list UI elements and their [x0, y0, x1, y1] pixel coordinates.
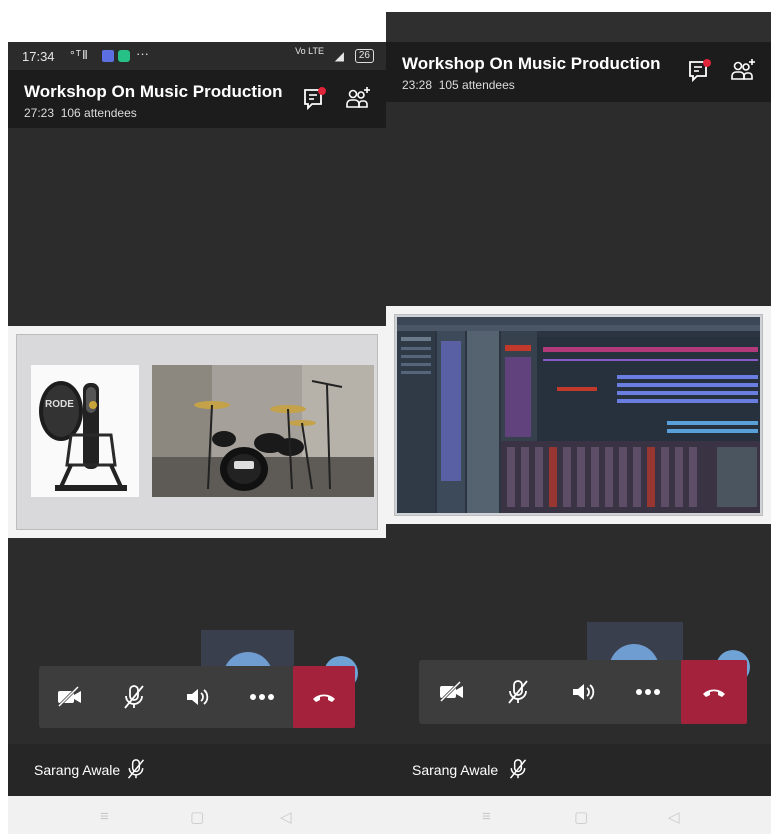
- shared-screen: [386, 306, 771, 524]
- camera-off-icon: [57, 686, 81, 708]
- right-screenshot: Workshop On Music Production 23:28 105 a…: [386, 0, 771, 834]
- svg-text:RODE: RODE: [45, 399, 74, 410]
- call-controls: [419, 660, 747, 724]
- more-icon: [250, 694, 274, 700]
- back-icon[interactable]: ◁: [280, 808, 292, 826]
- shared-slide: RODE: [16, 334, 378, 530]
- call-duration: 27:23: [24, 106, 55, 120]
- more-options-button[interactable]: [231, 666, 293, 728]
- chat-icon[interactable]: [687, 58, 713, 84]
- hang-up-button[interactable]: [293, 666, 355, 728]
- add-people-icon[interactable]: [344, 85, 372, 113]
- mute-button[interactable]: [103, 666, 165, 728]
- wifi-icon: ◢: [334, 49, 344, 63]
- hang-up-button[interactable]: [681, 660, 747, 724]
- signal-icon: °ᵀⅡ: [70, 48, 89, 62]
- attendee-count: 105 attendees: [438, 78, 515, 92]
- shared-daw-screen: [394, 314, 763, 516]
- mute-button[interactable]: [487, 660, 549, 724]
- drum-kit-image: [152, 365, 374, 497]
- menu-icon[interactable]: ≡: [482, 808, 491, 825]
- meeting-title: Workshop On Music Production: [402, 54, 661, 73]
- left-screenshot: 17:34 °ᵀⅡ ··· Vo LTE ◢ 26 Workshop On Mu…: [8, 0, 386, 834]
- shared-screen: RODE: [8, 326, 386, 538]
- call-controls: [39, 666, 355, 728]
- speaker-icon: [573, 684, 595, 700]
- android-nav-bar: ≡ ▢ ◁: [386, 796, 771, 834]
- meeting-header: Workshop On Music Production 27:23 106 a…: [8, 70, 386, 128]
- back-icon[interactable]: ◁: [668, 808, 680, 826]
- participant-name: Sarang Awale: [412, 762, 499, 778]
- meeting-subtitle: 23:28 105 attendees: [402, 78, 515, 92]
- notification-app-icon: [118, 50, 130, 62]
- participant-name-bar: Sarang Awale: [386, 744, 771, 796]
- menu-icon[interactable]: ≡: [100, 808, 109, 825]
- home-icon[interactable]: ▢: [574, 808, 588, 826]
- call-duration: 23:28: [402, 78, 433, 92]
- home-icon[interactable]: ▢: [190, 808, 204, 826]
- meeting-header: Workshop On Music Production 23:28 105 a…: [386, 42, 771, 102]
- daw-software-image: [397, 317, 760, 513]
- more-options-button[interactable]: [617, 660, 679, 724]
- status-bar: 17:34 °ᵀⅡ ··· Vo LTE ◢ 26: [8, 42, 386, 70]
- meeting-subtitle: 27:23 106 attendees: [24, 106, 137, 120]
- android-nav-bar: ≡ ▢ ◁: [8, 796, 386, 834]
- participant-name: Sarang Awale: [34, 762, 121, 778]
- mic-off-icon: [509, 759, 527, 779]
- attendee-count: 106 attendees: [60, 106, 137, 120]
- mic-off-icon: [124, 685, 144, 709]
- camera-off-icon: [439, 681, 463, 703]
- participant-name-bar: Sarang Awale: [8, 744, 386, 796]
- more-notifications-icon: ···: [136, 46, 149, 61]
- meeting-title: Workshop On Music Production: [24, 82, 283, 101]
- battery-icon: 26: [354, 49, 374, 63]
- mic-off-icon: [508, 680, 528, 704]
- chat-icon[interactable]: [302, 86, 328, 112]
- status-time: 17:34: [22, 49, 55, 64]
- notification-app-icon: [102, 50, 114, 62]
- speaker-button[interactable]: [167, 666, 229, 728]
- add-people-icon[interactable]: [729, 57, 757, 85]
- camera-toggle-button[interactable]: [39, 666, 101, 728]
- speaker-button[interactable]: [553, 660, 615, 724]
- hang-up-icon: [703, 689, 725, 697]
- speaker-icon: [187, 689, 209, 705]
- more-icon: [636, 689, 660, 695]
- microphone-image: RODE: [31, 365, 139, 497]
- camera-toggle-button[interactable]: [421, 660, 483, 724]
- status-bar: [386, 12, 771, 42]
- hang-up-icon: [313, 694, 335, 702]
- mic-off-icon: [127, 759, 145, 779]
- volte-icon: Vo LTE: [295, 46, 324, 56]
